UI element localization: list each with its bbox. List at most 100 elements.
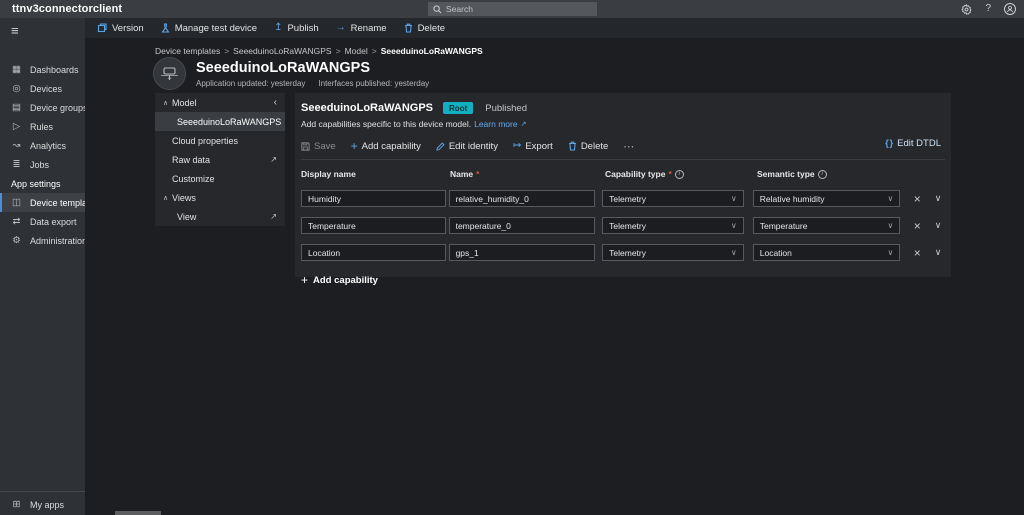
device-templates-icon: ◫ — [11, 197, 22, 208]
add-capability-button[interactable]: + Add capability — [351, 140, 421, 152]
header-display-name: Display name — [301, 169, 447, 179]
save-icon — [301, 142, 310, 151]
sidebar-item-administration[interactable]: ⚙ Administration — [0, 231, 85, 250]
capability-row-temperature: Telemetry ∨ Temperature ∨ × ∨ — [301, 217, 945, 234]
semantic-type-select[interactable]: Relative humidity ∨ — [753, 190, 901, 207]
main-content: Device templates > SeeeduinoLoRaWANGPS >… — [85, 38, 1024, 515]
expand-row-icon[interactable]: ∨ — [931, 247, 945, 258]
sidebar-item-devices[interactable]: ◎ Devices — [0, 79, 85, 98]
breadcrumb-current: SeeeduinoLoRaWANGPS — [381, 46, 483, 56]
open-external-icon[interactable]: ↗ — [270, 155, 277, 164]
capability-type-select[interactable]: Telemetry ∨ — [602, 217, 744, 234]
account-icon[interactable] — [1004, 3, 1016, 15]
capability-type-select[interactable]: Telemetry ∨ — [602, 244, 744, 261]
page-title: SeeeduinoLoRaWANGPS — [196, 60, 370, 76]
nav-item-model-root-label: SeeeduinoLoRaWANGPS — [177, 117, 281, 127]
collapse-panel-icon[interactable]: ‹ — [274, 97, 277, 108]
more-actions-icon[interactable]: ⋯ — [623, 140, 635, 153]
display-name-input[interactable] — [301, 217, 446, 234]
panel-title-row: SeeeduinoLoRaWANGPS Root Published — [301, 101, 945, 115]
capability-type-select[interactable]: Telemetry ∨ — [602, 190, 744, 207]
display-name-input[interactable] — [301, 244, 446, 261]
sidebar-item-jobs[interactable]: ≣ Jobs — [0, 155, 85, 174]
breadcrumb-template[interactable]: SeeeduinoLoRaWANGPS — [233, 46, 331, 56]
delete-device-button[interactable]: Delete — [404, 23, 445, 34]
manage-test-device-button[interactable]: Manage test device — [161, 23, 257, 34]
display-name-input[interactable] — [301, 190, 446, 207]
semantic-type-select[interactable]: Temperature ∨ — [753, 217, 901, 234]
sidebar-item-my-apps[interactable]: ⊞ My apps — [0, 494, 85, 515]
edit-identity-button[interactable]: Edit identity — [436, 141, 498, 152]
pencil-icon — [436, 142, 445, 151]
sidebar-item-data-export[interactable]: ⇄ Data export — [0, 212, 85, 231]
remove-row-icon[interactable]: × — [910, 247, 924, 259]
info-icon[interactable]: i — [675, 170, 684, 179]
delete-device-label: Delete — [418, 23, 445, 34]
settings-gear-icon[interactable] — [961, 4, 972, 15]
save-label: Save — [314, 141, 336, 152]
semantic-type-select[interactable]: Location ∨ — [753, 244, 901, 261]
publish-button[interactable]: ↥ Publish — [274, 23, 319, 34]
panel-description-text: Add capabilities specific to this device… — [301, 119, 471, 129]
semantic-type-value: Location — [760, 248, 792, 258]
sidebar-item-device-templates[interactable]: ◫ Device templates — [0, 193, 85, 212]
chevron-down-icon: ∨ — [731, 221, 737, 230]
remove-row-icon[interactable]: × — [910, 220, 924, 232]
sidebar-item-rules[interactable]: ▷ Rules — [0, 117, 85, 136]
app-title: ttnv3connectorclient — [12, 3, 122, 15]
expand-row-icon[interactable]: ∨ — [931, 193, 945, 204]
horizontal-scrollbar-thumb[interactable] — [115, 511, 161, 515]
header-name: Name * — [450, 169, 598, 179]
beaker-icon — [161, 23, 170, 33]
breadcrumb-model[interactable]: Model — [345, 46, 368, 56]
root-badge: Root — [443, 102, 473, 114]
nav-item-model-root[interactable]: SeeeduinoLoRaWANGPS — [155, 112, 285, 131]
sidebar-item-device-groups[interactable]: ▤ Device groups — [0, 98, 85, 117]
trash-icon — [568, 141, 577, 151]
page-meta: Application updated: yesterday Interface… — [196, 79, 429, 88]
expand-row-icon[interactable]: ∨ — [931, 220, 945, 231]
global-search[interactable] — [428, 2, 597, 16]
sidebar-item-dashboards[interactable]: ▦ Dashboards — [0, 60, 85, 79]
breadcrumb-device-templates[interactable]: Device templates — [155, 46, 220, 56]
rename-button[interactable]: → Rename — [336, 23, 387, 34]
edit-dtdl-button[interactable]: { } Edit DTDL — [885, 138, 941, 149]
trash-icon — [404, 23, 413, 33]
manage-test-device-label: Manage test device — [175, 23, 257, 34]
device-template-avatar — [153, 57, 186, 90]
sidebar-label-data-export: Data export — [30, 217, 77, 227]
nav-item-view[interactable]: View ↗ — [155, 207, 285, 226]
chevron-down-icon: ∨ — [731, 248, 737, 257]
nav-item-cloud-properties[interactable]: Cloud properties — [155, 131, 285, 150]
open-external-icon[interactable]: ↗ — [270, 212, 277, 221]
nav-group-model-label: Model — [172, 98, 197, 108]
nav-group-model[interactable]: ∧ Model ‹ — [155, 93, 285, 112]
sidebar-item-analytics[interactable]: ↝ Analytics — [0, 136, 85, 155]
sidebar-label-rules: Rules — [30, 122, 53, 132]
delete-capability-button[interactable]: Delete — [568, 141, 608, 152]
save-button[interactable]: Save — [301, 141, 336, 152]
sidebar-label-devices: Devices — [30, 84, 62, 94]
edit-dtdl-label: Edit DTDL — [897, 138, 941, 149]
semantic-type-value: Relative humidity — [760, 194, 825, 204]
nav-item-customize[interactable]: Customize — [155, 169, 285, 188]
name-input[interactable] — [449, 244, 596, 261]
sidebar-label-dashboards: Dashboards — [30, 65, 79, 75]
search-input[interactable] — [446, 4, 576, 14]
version-button[interactable]: Version — [97, 23, 144, 34]
remove-row-icon[interactable]: × — [910, 193, 924, 205]
version-label: Version — [112, 23, 144, 34]
hamburger-menu-icon[interactable]: ≡ — [0, 18, 85, 42]
help-icon[interactable]: ? — [985, 4, 991, 14]
nav-group-views[interactable]: ∧ Views — [155, 188, 285, 207]
name-input[interactable] — [449, 190, 596, 207]
add-capability-bottom-button[interactable]: + Add capability — [301, 274, 945, 286]
learn-more-link[interactable]: Learn more — [474, 119, 517, 129]
info-icon[interactable]: i — [818, 170, 827, 179]
nav-group-views-label: Views — [172, 193, 196, 203]
model-nav-panel: ∧ Model ‹ SeeeduinoLoRaWANGPS Cloud prop… — [155, 93, 285, 226]
nav-item-raw-data[interactable]: Raw data ↗ — [155, 150, 285, 169]
sidebar-label-jobs: Jobs — [30, 160, 49, 170]
export-button[interactable]: ↦ Export — [513, 141, 553, 152]
name-input[interactable] — [449, 217, 596, 234]
